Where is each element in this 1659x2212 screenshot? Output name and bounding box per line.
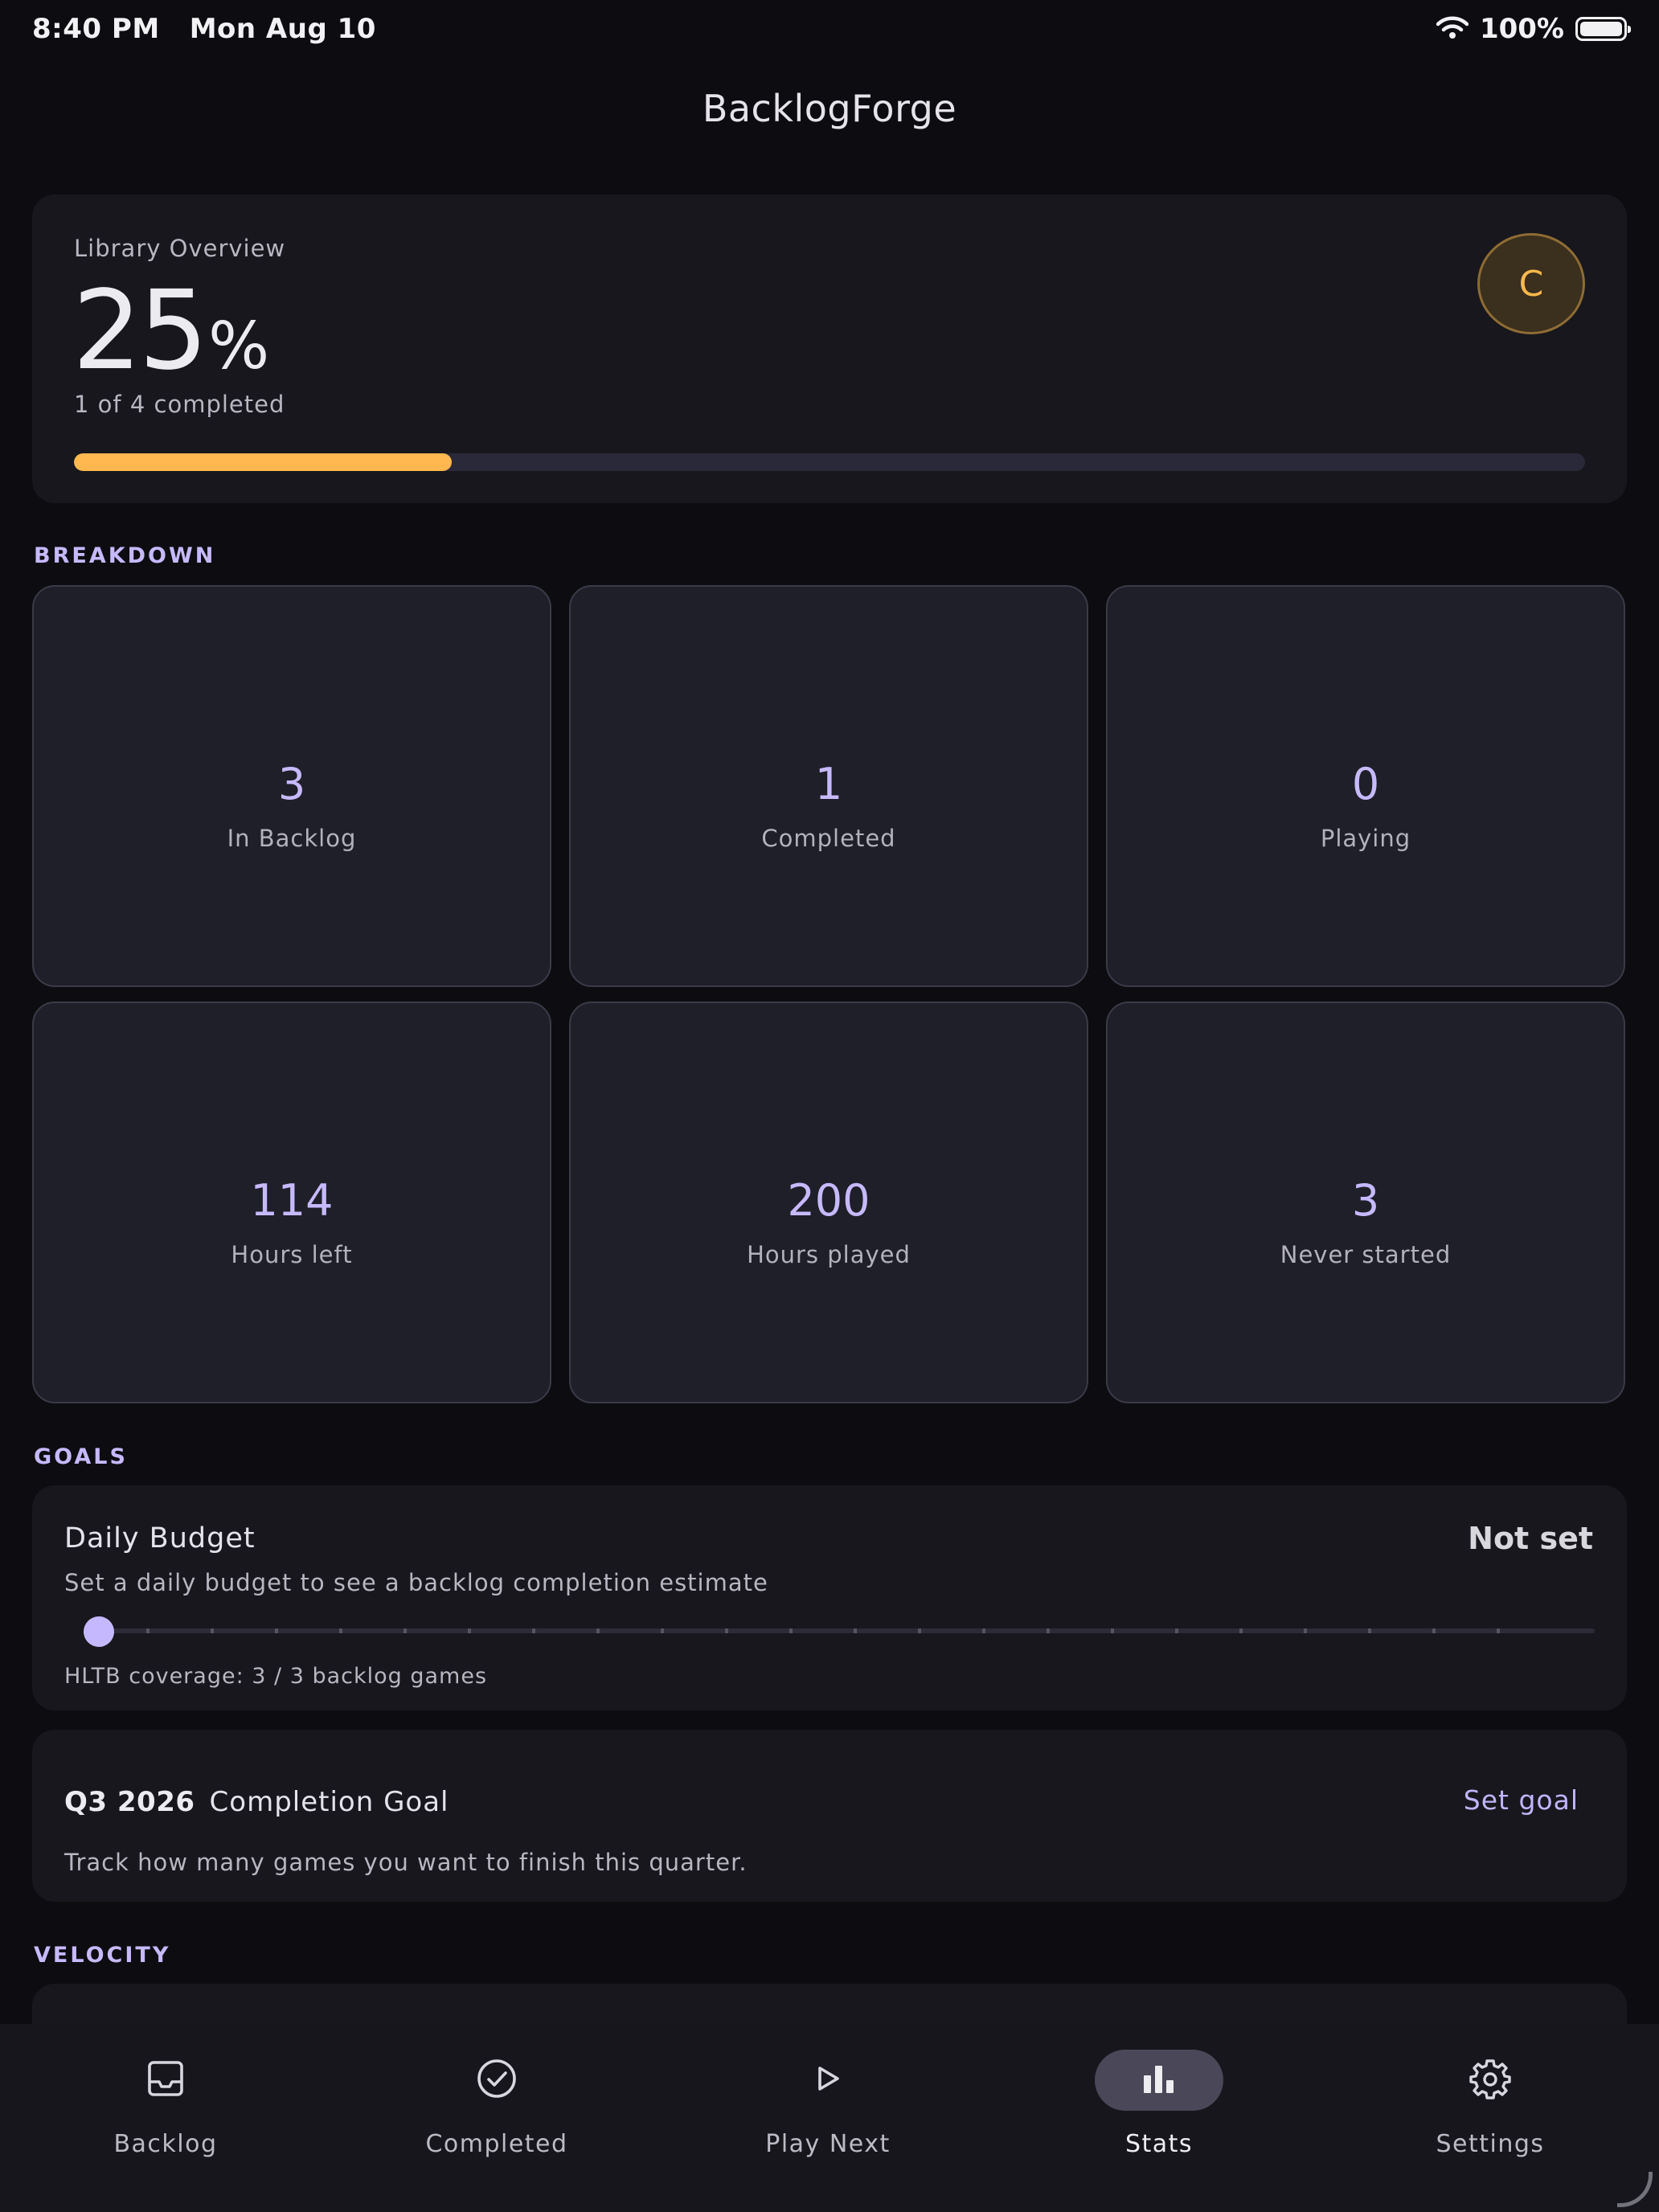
slider-tick [789,1628,793,1633]
slider-tick [982,1628,985,1633]
slider-tick [1304,1628,1307,1633]
play-icon [812,2062,844,2098]
slider-tick [211,1628,214,1633]
stat-card-completed: 1 Completed [569,585,1088,987]
gear-icon [1469,2058,1511,2103]
bottom-nav: Backlog Completed Play Next Stats Settin… [0,2024,1659,2212]
quarter-label: Q3 2026 [64,1786,195,1818]
check-circle-icon [476,2058,518,2103]
nav-backlog[interactable]: Backlog [0,2024,331,2212]
slider-thumb[interactable] [84,1616,114,1647]
quarter-goal-description: Track how many games you want to finish … [64,1849,748,1876]
quarter-goal-title: Completion Goal [209,1786,449,1818]
breakdown-heading: BREAKDOWN [34,543,216,568]
daily-budget-description: Set a daily budget to see a backlog comp… [64,1569,768,1596]
goals-heading: GOALS [34,1444,128,1469]
set-goal-button[interactable]: Set goal [1464,1784,1579,1816]
slider-tick [1239,1628,1243,1633]
slider-tick [1368,1628,1371,1633]
stat-card-hours-played: 200 Hours played [569,1002,1088,1403]
status-bar: 8:40 PM Mon Aug 10 100% [0,0,1659,59]
status-time: 8:40 PM Mon Aug 10 [32,13,376,45]
nav-play-next[interactable]: Play Next [662,2024,993,2212]
quarter-goal-card: Q3 2026 Completion Goal Set goal Track h… [32,1730,1627,1902]
nav-completed[interactable]: Completed [331,2024,662,2212]
slider-tick [725,1628,728,1633]
wifi-icon [1436,15,1469,43]
daily-budget-card: Daily Budget Not set Set a daily budget … [32,1485,1627,1710]
stat-card-playing: 0 Playing [1106,585,1625,987]
status-date: Mon Aug 10 [189,13,376,45]
slider-tick [918,1628,921,1633]
slider-tick [1111,1628,1114,1633]
grade-badge: C [1477,233,1585,334]
slider-tick [403,1628,407,1633]
overview-label: Library Overview [74,235,286,262]
slider-tick [661,1628,664,1633]
slider-tick [854,1628,857,1633]
completion-summary: 1 of 4 completed [74,391,285,418]
daily-budget-title: Daily Budget [64,1522,256,1555]
slider-tick [339,1628,342,1633]
hltb-coverage: HLTB coverage: 3 / 3 backlog games [64,1664,488,1689]
inbox-icon [146,2059,185,2101]
slider-tick [596,1628,600,1633]
stat-card-hours-left: 114 Hours left [32,1002,551,1403]
stat-card-in-backlog: 3 In Backlog [32,585,551,987]
slider-tick [532,1628,535,1633]
slider-tick [1432,1628,1436,1633]
slider-tick [146,1628,150,1633]
battery-percent: 100% [1479,13,1564,45]
stat-card-never-started: 3 Never started [1106,1002,1625,1403]
library-overview-card: Library Overview 25 % 1 of 4 completed C [32,195,1627,503]
slider-tick [275,1628,278,1633]
app-title: BacklogForge [702,87,957,130]
velocity-heading: VELOCITY [34,1943,171,1968]
battery-icon [1575,17,1631,41]
slider-tick [1497,1628,1500,1633]
bar-chart-icon [1142,2062,1176,2098]
completion-progress-bar [74,453,1585,471]
daily-budget-value: Not set [1468,1521,1593,1556]
completion-progress-fill [74,453,452,471]
completion-percent: 25 % [72,268,270,395]
slider-tick [1175,1628,1178,1633]
nav-stats[interactable]: Stats [993,2024,1325,2212]
slider-tick [468,1628,471,1633]
nav-settings[interactable]: Settings [1325,2024,1656,2212]
slider-tick [1047,1628,1050,1633]
daily-budget-slider[interactable] [84,1612,1595,1651]
